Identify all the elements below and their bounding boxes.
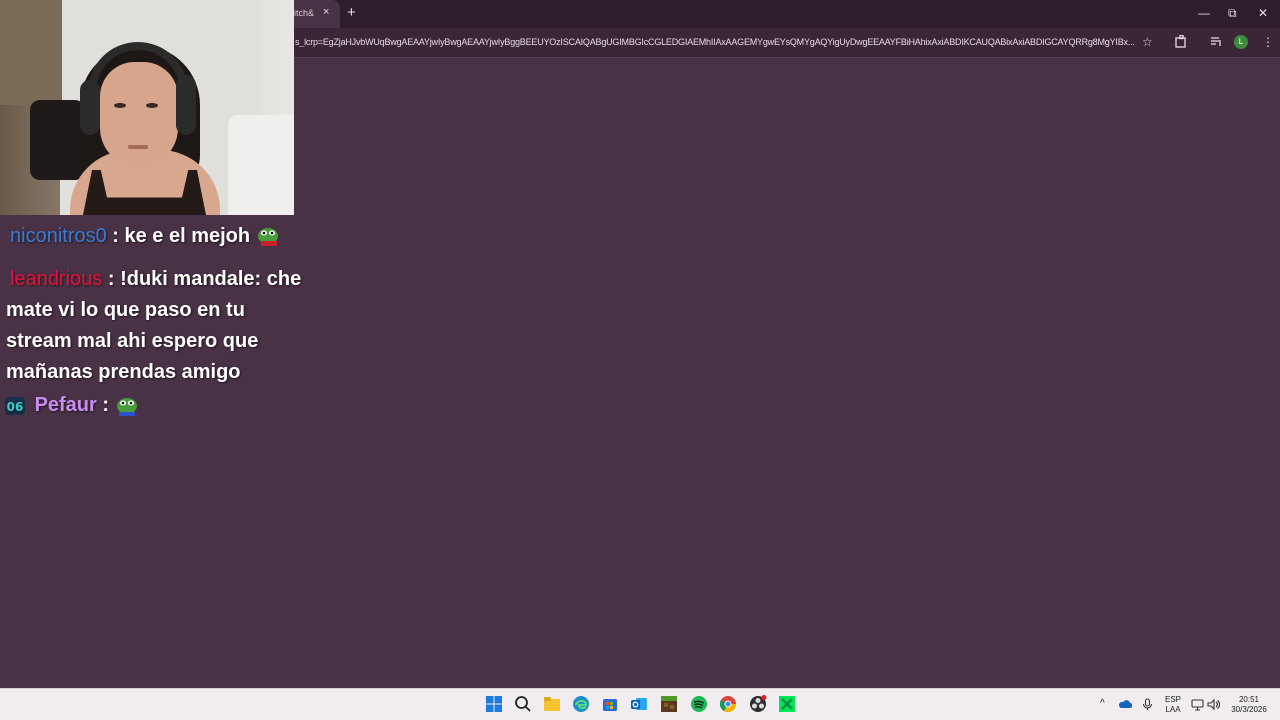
spotify-icon[interactable] <box>690 695 708 713</box>
volume-icon[interactable] <box>1207 698 1220 711</box>
tab-close-icon[interactable]: × <box>323 6 329 18</box>
chat-message: leandrious : !duki mandale: che mate vi … <box>6 264 316 388</box>
pepe-emote-icon <box>257 227 278 246</box>
media-control-icon[interactable] <box>1210 35 1223 51</box>
window-close-icon[interactable]: ✕ <box>1258 6 1268 20</box>
outlook-icon[interactable] <box>630 695 648 713</box>
minecraft-icon[interactable] <box>660 695 678 713</box>
obs-icon[interactable] <box>749 695 767 713</box>
address-bar[interactable]: s_lcrp=EgZjaHJvbWUqBwgAEAAYjwIyBwgAEAAYj… <box>295 37 1137 47</box>
webcam-feed <box>0 0 294 215</box>
app-green-icon[interactable] <box>778 695 796 713</box>
language-indicator[interactable]: ESP LAA <box>1162 695 1184 715</box>
language-layout: LAA <box>1165 705 1181 714</box>
clock[interactable]: 20:51 30/3/2026 <box>1224 695 1274 715</box>
bookmark-star-icon[interactable]: ☆ <box>1142 35 1153 49</box>
chat-text: : ke e el mejoh <box>112 225 251 247</box>
chat-message: 06 Pefaur : <box>5 394 139 417</box>
clock-time: 20:51 <box>1238 695 1260 704</box>
microphone-icon[interactable] <box>1142 698 1153 711</box>
tab-title[interactable]: itch& <box>294 8 314 18</box>
profile-avatar[interactable]: L <box>1234 35 1248 49</box>
show-hidden-icons-icon[interactable]: ^ <box>1100 699 1105 709</box>
onedrive-icon[interactable] <box>1119 698 1132 711</box>
search-icon[interactable] <box>514 695 532 713</box>
pepe-emote-icon <box>116 397 137 416</box>
microsoft-store-icon[interactable] <box>601 695 619 713</box>
file-explorer-icon[interactable] <box>543 695 561 713</box>
chat-username: niconitros0 <box>10 225 107 247</box>
chat-message: niconitros0 : ke e el mejoh <box>10 225 280 248</box>
new-tab-icon[interactable]: + <box>347 4 356 21</box>
subscriber-badge-icon: 06 <box>5 396 25 415</box>
extensions-icon[interactable] <box>1175 34 1188 51</box>
chat-username: Pefaur <box>34 394 97 416</box>
language-code: ESP <box>1164 695 1181 704</box>
windows-start-icon[interactable] <box>485 695 503 713</box>
network-icon[interactable] <box>1191 698 1204 711</box>
svg-text:06: 06 <box>7 400 24 414</box>
minimize-icon[interactable]: — <box>1198 6 1210 20</box>
chat-username: leandrious <box>10 268 103 290</box>
menu-icon[interactable]: ⋮ <box>1262 35 1274 49</box>
edge-icon[interactable] <box>572 695 590 713</box>
maximize-icon[interactable]: ⧉ <box>1228 6 1237 21</box>
clock-date: 30/3/2026 <box>1231 705 1267 714</box>
chat-text: : <box>102 394 110 416</box>
chrome-icon[interactable] <box>719 695 737 713</box>
